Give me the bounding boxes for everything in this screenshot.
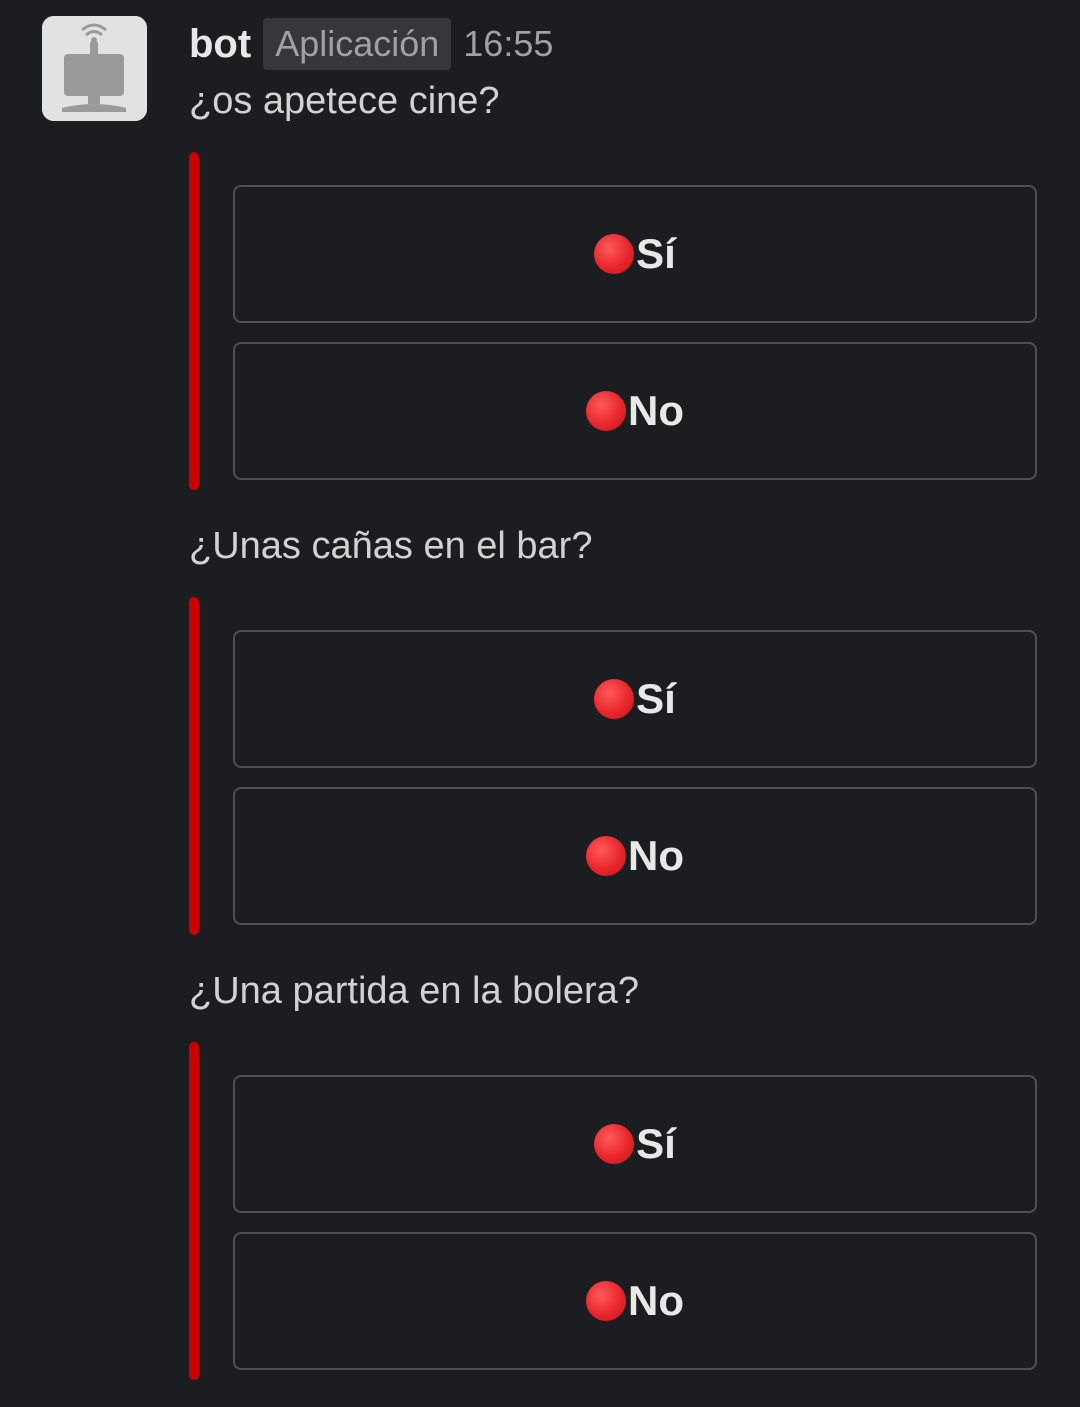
option-label: Sí [636, 675, 676, 722]
red-circle-icon [594, 234, 635, 274]
poll-question: ¿Unas cañas en el bar? [189, 525, 593, 567]
attachment-accent-bar [189, 1042, 199, 1380]
option-label: No [628, 1277, 684, 1324]
red-circle-icon [594, 1124, 635, 1164]
red-circle-icon [594, 679, 635, 719]
bot-avatar[interactable] [42, 16, 147, 121]
option-label: Sí [636, 230, 676, 277]
red-circle-icon [586, 391, 626, 431]
app-badge: Aplicación [263, 18, 452, 70]
message-header: bot Aplicación 16:55 [189, 18, 553, 70]
poll-option-si-button[interactable]: Sí [233, 1075, 1037, 1213]
poll-option-si-button[interactable]: Sí [233, 630, 1037, 768]
option-label: No [628, 387, 684, 434]
attachment-accent-bar [189, 152, 199, 490]
poll-option-no-button[interactable]: No [233, 1232, 1037, 1370]
robot-avatar-icon [42, 16, 147, 121]
message-timestamp[interactable]: 16:55 [463, 23, 553, 65]
poll-question: ¿Una partida en la bolera? [189, 970, 639, 1012]
author-name[interactable]: bot [189, 22, 251, 67]
poll-question: ¿os apetece cine? [189, 80, 500, 122]
red-circle-icon [586, 836, 626, 876]
red-circle-icon [586, 1281, 626, 1321]
option-label: Sí [636, 1120, 676, 1167]
poll-option-no-button[interactable]: No [233, 342, 1037, 480]
poll-option-si-button[interactable]: Sí [233, 185, 1037, 323]
attachment-accent-bar [189, 597, 199, 935]
option-label: No [628, 832, 684, 879]
poll-option-no-button[interactable]: No [233, 787, 1037, 925]
